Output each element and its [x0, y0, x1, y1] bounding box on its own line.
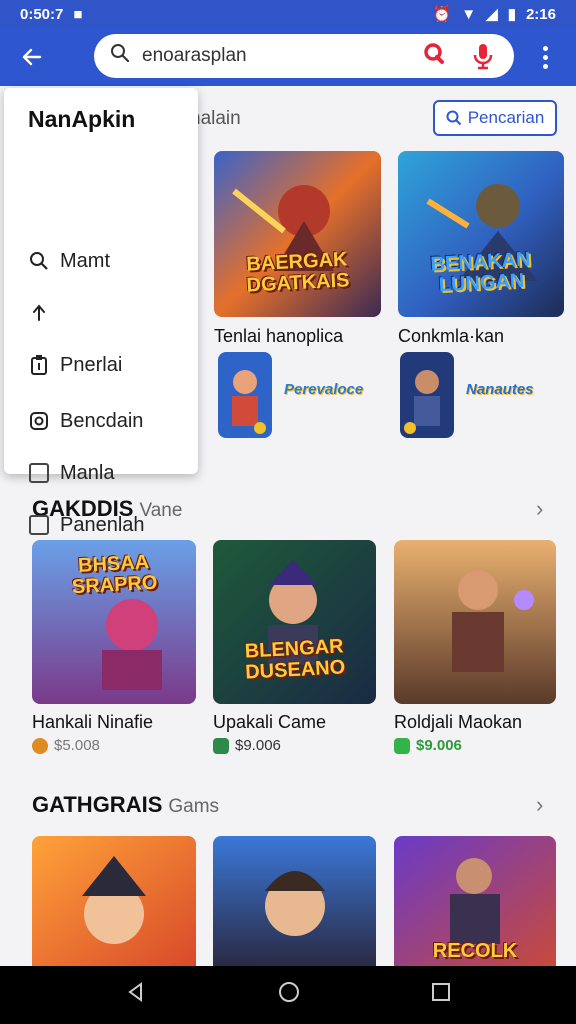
- pencarian-button[interactable]: Pencarian: [433, 100, 557, 136]
- game-card[interactable]: [32, 836, 196, 966]
- search-bar[interactable]: [94, 34, 514, 78]
- back-triangle-icon[interactable]: [125, 981, 147, 1009]
- price-chip-icon: [213, 737, 229, 754]
- chevron-right-icon[interactable]: ›: [536, 792, 543, 818]
- mini-game-label: Perevaloce: [284, 381, 364, 398]
- price-text: $5.008: [54, 737, 100, 754]
- menu-item-label: Mamt: [60, 249, 110, 272]
- game-card[interactable]: BHSAA SRAPRO: [32, 540, 196, 704]
- game-caption[interactable]: Hankali Ninafie: [32, 712, 153, 733]
- status-time: 0:50:7: [20, 5, 64, 23]
- menu-item-mamt[interactable]: Mamt: [28, 244, 110, 278]
- game-mini-icon[interactable]: [400, 352, 454, 438]
- game-art: [32, 836, 196, 966]
- back-arrow-icon: [22, 48, 42, 66]
- status-bar: 0:50:7 ■ ⏰ ▼ ◢ ▮ 2:16: [0, 0, 576, 28]
- game-price: $9.006: [394, 737, 462, 754]
- price-text: $9.006: [235, 737, 281, 754]
- game-card[interactable]: [213, 836, 376, 966]
- menu-item-label: Bencdain: [60, 409, 144, 432]
- game-card-1[interactable]: BAERGAK DGATKAIS: [214, 151, 381, 317]
- game-card[interactable]: [394, 540, 556, 704]
- price-text: $9.006: [416, 737, 462, 754]
- search-icon: [446, 110, 461, 126]
- game-title-art: BENAKAN LUNGAN: [429, 248, 531, 296]
- more-options-button[interactable]: [532, 40, 558, 74]
- game-price: $5.008: [32, 737, 100, 754]
- game-card[interactable]: RECOLK: [394, 836, 556, 966]
- battery-icon: ▮: [507, 6, 516, 23]
- menu-item-bencdain[interactable]: Bencdain: [28, 404, 143, 438]
- checkbox-icon: [28, 462, 50, 484]
- notification-icon: ■: [73, 5, 83, 23]
- mini-game-label: Nanautes: [466, 381, 534, 398]
- menu-item-manla[interactable]: Manla: [28, 456, 114, 490]
- game-caption[interactable]: Upakali Came: [213, 712, 326, 733]
- home-circle-icon[interactable]: [278, 981, 300, 1009]
- game-mini-icon[interactable]: [218, 352, 272, 438]
- game-title-art: BAERGAK DGATKAIS: [245, 248, 351, 297]
- game-title-art: BHSAA SRAPRO: [71, 551, 158, 599]
- mic-icon[interactable]: [470, 42, 496, 70]
- menu-item-share[interactable]: [28, 294, 60, 328]
- back-button[interactable]: [0, 28, 64, 86]
- game-art: [213, 836, 376, 966]
- search-icon: [110, 43, 130, 69]
- game-caption[interactable]: Tenlai hanoplica: [214, 326, 343, 347]
- wifi-icon: ▼: [461, 5, 477, 23]
- game-title-art: BLENGAR DUSEANO: [243, 635, 346, 684]
- alarm-icon: ⏰: [432, 6, 452, 23]
- menu-item-label: Panenlah: [60, 513, 145, 536]
- lens-search-icon[interactable]: [422, 42, 448, 68]
- game-caption[interactable]: Conkmla·kan: [398, 326, 504, 347]
- section-title: GATHGRAIS Gams: [32, 792, 219, 818]
- menu-title: NanApkin: [28, 106, 136, 132]
- game-card-2[interactable]: BENAKAN LUNGAN: [398, 151, 564, 317]
- search-icon: [28, 250, 50, 272]
- dropdown-menu: NanApkin Mamt Pnerlai Bencdain Manla Pan…: [4, 88, 198, 536]
- menu-item-panenlah[interactable]: Panenlah: [28, 508, 145, 542]
- game-art: [394, 540, 556, 704]
- game-title-art: RECOLK: [432, 940, 518, 962]
- clipboard-icon: [28, 354, 50, 376]
- signal-icon: ◢: [486, 6, 498, 23]
- game-card[interactable]: BLENGAR DUSEANO: [213, 540, 376, 704]
- section-subtitle: Vane: [139, 500, 183, 521]
- share-icon: [28, 300, 50, 322]
- price-chip-icon: [32, 737, 48, 754]
- section-subtitle: Gams: [168, 796, 220, 817]
- app-bar: [0, 28, 576, 86]
- game-caption[interactable]: Roldjali Maokan: [394, 712, 522, 733]
- menu-item-label: Pnerlai: [60, 353, 123, 376]
- recents-square-icon[interactable]: [431, 982, 451, 1008]
- status-clock: 2:16: [525, 5, 556, 23]
- price-chip-icon: [394, 737, 410, 754]
- instagram-icon: [28, 410, 50, 432]
- checkbox-icon: [28, 514, 50, 536]
- search-input[interactable]: [142, 45, 392, 67]
- game-price: $9.006: [213, 737, 281, 754]
- system-nav-bar: [0, 966, 576, 1024]
- chevron-right-icon[interactable]: ›: [536, 496, 543, 522]
- section-title-text: GATHGRAIS: [32, 792, 163, 817]
- pencarian-label: Pencarian: [467, 108, 545, 127]
- menu-item-pnerlai[interactable]: Pnerlai: [28, 348, 122, 382]
- menu-item-label: Manla: [60, 461, 115, 484]
